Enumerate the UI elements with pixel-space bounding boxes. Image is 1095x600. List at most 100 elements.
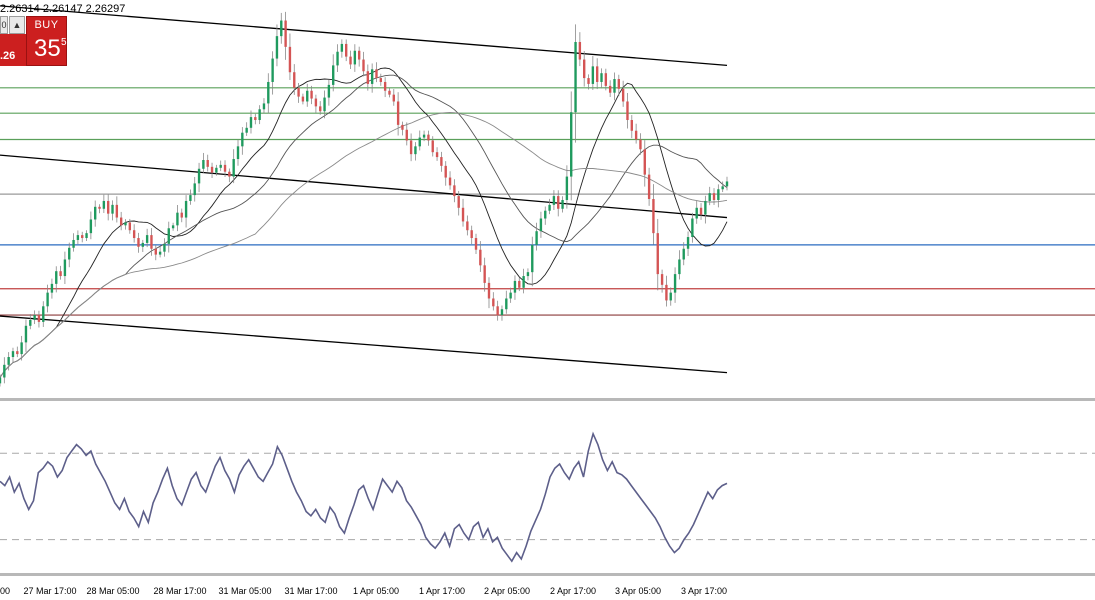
chevron-up-icon: ▲ (12, 20, 22, 30)
candle-body (163, 243, 166, 252)
candle-body (647, 174, 651, 200)
candle-body (353, 50, 357, 65)
candle-body (669, 292, 672, 301)
moving-average-line (0, 74, 728, 378)
candle-body (24, 325, 28, 343)
candle-body (435, 152, 439, 158)
candle-body (466, 221, 469, 231)
candle-body (59, 271, 62, 277)
candle-body (721, 186, 724, 190)
candle-body (548, 204, 551, 211)
time-axis-label: 1 Apr 05:00 (352, 586, 400, 596)
candle-body (699, 207, 703, 215)
candle-body (245, 127, 248, 133)
candle-body (180, 212, 183, 218)
candle-body (660, 274, 664, 285)
candle-body (604, 73, 608, 86)
candle-body (301, 96, 305, 102)
candle-body (310, 90, 313, 99)
candle-body (704, 200, 707, 215)
candle-body (591, 66, 595, 84)
candle-body (479, 249, 482, 266)
candle-body (695, 207, 698, 219)
lot-increase-button[interactable]: ▲ (9, 16, 25, 34)
chart-canvas[interactable] (0, 0, 1095, 600)
candle-body (457, 196, 460, 208)
candle-body (210, 166, 214, 173)
candle-body (595, 66, 599, 82)
candle-body (414, 146, 417, 155)
channel-line (0, 315, 728, 374)
candle-body (0, 377, 2, 384)
candle-body (587, 78, 590, 84)
candle-body (370, 69, 374, 84)
candle-body (392, 94, 395, 102)
candle-body (258, 109, 261, 121)
time-axis-label: 3 Apr 05:00 (614, 586, 662, 596)
candle-body (232, 159, 235, 177)
time-axis-label: 2 Apr 17:00 (549, 586, 597, 596)
time-axis-label: 27 Mar 17:00 (23, 586, 77, 596)
candle-body (202, 160, 205, 169)
candle-body (336, 51, 339, 66)
candle-body (418, 137, 421, 147)
time-axis-label: 31 Mar 05:00 (218, 586, 272, 596)
candle-body (652, 199, 655, 234)
candle-body (85, 233, 88, 239)
candle-body (522, 276, 525, 288)
candle-body (11, 351, 15, 358)
candle-body (565, 176, 569, 200)
pane-separator (0, 398, 1095, 401)
candle-body (496, 306, 499, 316)
candle-body (639, 139, 642, 150)
candle-body (267, 81, 270, 104)
time-axis-label: 00 (0, 586, 11, 596)
candle-body (167, 228, 170, 244)
candle-body (617, 79, 621, 89)
chart-window[interactable]: 2.26314 2.26147 2.26297 0 ▲ .26 BUY 35 5… (0, 0, 1095, 600)
candle-body (55, 271, 58, 284)
candle-body (249, 117, 253, 128)
candle-body (518, 280, 521, 288)
buy-price-main: 35 (34, 35, 61, 62)
candle-body (682, 248, 685, 260)
candle-body (288, 46, 292, 73)
candle-body (583, 59, 586, 79)
candle-body (33, 315, 36, 320)
moving-average-line (0, 67, 728, 378)
candle-body (643, 149, 646, 175)
candle-body (708, 193, 711, 201)
candle-body (128, 222, 132, 231)
candle-body (72, 239, 75, 248)
candle-body (46, 292, 49, 307)
price-prefix: .26 (0, 50, 16, 62)
pane-separator-bottom (0, 573, 1095, 576)
candle-body (42, 306, 45, 322)
candle-body (219, 164, 222, 168)
candle-body (500, 309, 504, 316)
candle-body (487, 282, 491, 299)
candle-body (535, 231, 538, 245)
candle-body (150, 235, 153, 249)
candle-body (717, 189, 720, 200)
candle-body (158, 251, 162, 255)
candle-body (98, 206, 101, 209)
candle-body (319, 106, 322, 112)
candle-body (691, 218, 694, 238)
candle-body (297, 87, 300, 97)
candle-body (323, 97, 326, 112)
candle-body (444, 165, 447, 178)
candle-body (275, 36, 279, 59)
time-axis-label: 28 Mar 17:00 (153, 586, 207, 596)
candle-body (145, 235, 149, 243)
candle-body (81, 235, 84, 239)
candle-body (578, 41, 582, 60)
sell-price-panel[interactable]: .26 (0, 34, 26, 66)
candle-body (20, 342, 23, 355)
candle-body (241, 132, 244, 147)
candle-body (626, 101, 629, 121)
candle-body (115, 204, 119, 218)
candle-body (63, 259, 67, 277)
candle-body (427, 134, 430, 141)
lot-size-field[interactable]: 0 (0, 16, 8, 34)
